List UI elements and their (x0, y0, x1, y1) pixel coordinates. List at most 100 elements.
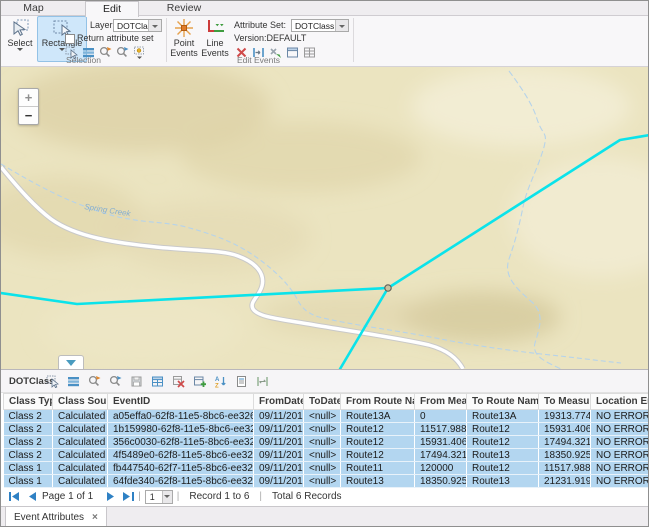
record-range-text: Record 1 to 6 (189, 491, 249, 502)
column-header-todate[interactable]: ToDate (304, 394, 341, 410)
previous-page-button[interactable] (28, 492, 36, 501)
table-cell: 11517.988 (415, 423, 467, 436)
table-cell: <null> (304, 449, 341, 462)
table-cell: Calculated (53, 423, 108, 436)
table-cell: 1b159980-62f8-11e5-8bc6-ee32641d5ec9 (108, 423, 254, 436)
column-header-from-measure[interactable]: From Measure (415, 394, 467, 410)
version-value: DEFAULT (267, 33, 307, 43)
map-canvas[interactable]: Spring Creek + − (1, 67, 649, 369)
table-row[interactable]: Class 2Calculated356c0030-62f8-11e5-8bc6… (4, 436, 649, 449)
ribbon-tab-map[interactable]: Map (11, 1, 56, 15)
table-cell: 09/11/2015 (254, 462, 304, 475)
zoom-out-button[interactable]: − (19, 107, 38, 124)
page-count-text: Page 1 of 1 (42, 491, 93, 502)
table-cell: 09/11/2015 (254, 423, 304, 436)
panel-collapse-tab[interactable] (58, 355, 84, 369)
table-cell: Route12 (467, 436, 539, 449)
fit-columns-icon[interactable] (255, 374, 269, 388)
select-records-icon[interactable] (45, 374, 59, 388)
return-attribute-set-checkbox[interactable] (65, 34, 75, 44)
sort-icon[interactable]: AZ (213, 374, 227, 388)
table-row[interactable]: Class 2Calculateda05effa0-62f8-11e5-8bc6… (4, 410, 649, 423)
total-records-text: Total 6 Records (272, 491, 341, 502)
table-cell: <null> (304, 436, 341, 449)
zoom-to-selection-icon[interactable] (87, 374, 101, 388)
column-header-class-source[interactable]: Class Source (53, 394, 108, 410)
point-events-label: Point (169, 38, 199, 48)
table-cell: NO ERROR (591, 436, 649, 449)
svg-text:Z: Z (215, 383, 219, 388)
select-tool-label: Select (4, 38, 36, 48)
pager-separator: | (259, 491, 262, 502)
table-cell: <null> (304, 423, 341, 436)
first-page-button[interactable] (9, 492, 20, 501)
table-cell: 09/11/2015 (254, 475, 304, 488)
map-zoom-control: + − (18, 88, 39, 125)
pan-to-selection-icon[interactable] (108, 374, 122, 388)
select-tool-caret-icon[interactable] (17, 48, 23, 51)
show-selection-icon[interactable] (66, 374, 80, 388)
table-row[interactable]: Class 1Calculatedfb447540-62f7-11e5-8bc6… (4, 462, 649, 475)
append-events-icon[interactable] (192, 374, 206, 388)
layer-dropdown-arrow-icon[interactable] (148, 20, 161, 31)
table-cell: 0 (415, 410, 467, 423)
collapse-arrow-icon (66, 360, 76, 366)
layer-label: Layer: (90, 19, 115, 31)
table-row[interactable]: Class 2Calculated1b159980-62f8-11e5-8bc6… (4, 423, 649, 436)
panel-toolbar-icons: AZ (45, 374, 269, 388)
table-cell: Route11 (341, 462, 415, 475)
layer-dropdown[interactable]: DOTClass (113, 19, 162, 32)
event-editor-window: Map Edit Review Select Rectangle Layer: DO… (0, 0, 649, 527)
table-cell: Calculated (53, 449, 108, 462)
zoom-in-button[interactable]: + (19, 89, 38, 107)
route-junction-marker[interactable] (385, 285, 391, 291)
open-table-icon[interactable] (150, 374, 164, 388)
clear-selection-icon[interactable] (171, 374, 185, 388)
ribbon-tab-strip: Map Edit Review (1, 1, 648, 16)
column-header-from-route-name[interactable]: From Route Name (341, 394, 415, 410)
column-header-location-error[interactable]: Location Error (591, 394, 649, 410)
select-cursor-icon (10, 18, 30, 38)
table-cell: 15931.406 (539, 423, 591, 436)
column-header-class-type[interactable]: Class Type (4, 394, 53, 410)
table-cell: Route13A (341, 410, 415, 423)
event-panel-toolbar: DOTClass AZ (1, 369, 648, 393)
attribute-set-label: Attribute Set: (234, 19, 286, 31)
attribute-report-icon[interactable] (234, 374, 248, 388)
column-header-to-measure[interactable]: To Measure (539, 394, 591, 410)
svg-text:A: A (215, 377, 220, 383)
ribbon-tab-review[interactable]: Review (154, 1, 214, 15)
table-cell: 21231.919 (539, 475, 591, 488)
table-row[interactable]: Class 2Calculated4f5489e0-62f8-11e5-8bc6… (4, 449, 649, 462)
table-cell: 19313.774 (539, 410, 591, 423)
column-header-to-route-name[interactable]: To Route Name (467, 394, 539, 410)
save-icon[interactable] (129, 374, 143, 388)
page-number-dropdown[interactable]: 1 (145, 490, 173, 504)
next-page-button[interactable] (107, 492, 115, 501)
ribbon-tab-edit[interactable]: Edit (85, 1, 139, 17)
table-cell: Class 2 (4, 436, 53, 449)
page-dropdown-arrow-icon[interactable] (162, 491, 172, 503)
table-cell: 09/11/2015 (254, 410, 304, 423)
table-cell: Route12 (341, 449, 415, 462)
table-cell: 120000 (415, 462, 467, 475)
ribbon: Select Rectangle Layer: DOTClass Return … (1, 16, 648, 67)
pager-separator: | (138, 491, 141, 502)
table-cell: Calculated (53, 410, 108, 423)
tab-event-attributes[interactable]: Event Attributes × (5, 507, 107, 527)
bottom-tab-bar: Event Attributes × (1, 506, 648, 527)
table-cell: Class 2 (4, 410, 53, 423)
column-header-fromdate[interactable]: FromDate (254, 394, 304, 410)
table-cell: NO ERROR (591, 475, 649, 488)
basemap: Spring Creek (1, 67, 649, 369)
table-cell: fb447540-62f7-11e5-8bc6-ee32641d5ec9 (108, 462, 254, 475)
table-cell: 4f5489e0-62f8-11e5-8bc6-ee32641d5ec9 (108, 449, 254, 462)
close-tab-icon[interactable]: × (92, 512, 98, 523)
last-page-button[interactable] (123, 492, 134, 501)
table-row[interactable]: Class 1Calculated64fde340-62f8-11e5-8bc6… (4, 475, 649, 488)
page-number-value: 1 (150, 492, 155, 502)
table-cell: <null> (304, 462, 341, 475)
column-header-eventid[interactable]: EventID (108, 394, 254, 410)
attribute-set-dropdown-arrow-icon[interactable] (335, 20, 348, 31)
attribute-set-dropdown[interactable]: DOTClass (291, 19, 349, 32)
